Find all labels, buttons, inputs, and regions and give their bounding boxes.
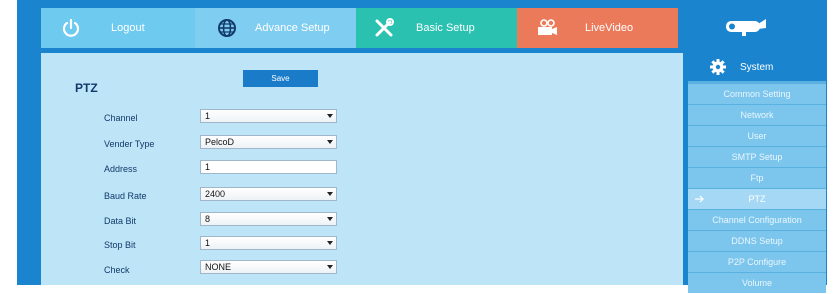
address-label: Address: [104, 164, 138, 174]
gear-icon: [710, 59, 726, 75]
baud-rate-label: Baud Rate: [104, 191, 147, 201]
sidebar-item-ptz[interactable]: PTZ: [688, 189, 826, 209]
check-select[interactable]: NONE: [200, 260, 337, 274]
check-value: NONE: [205, 262, 232, 272]
power-icon: [59, 16, 83, 40]
system-sidebar: System Common Setting Network User SMTP …: [688, 53, 826, 293]
video-camera-icon: [535, 16, 559, 40]
channel-label: Channel: [104, 113, 138, 123]
nav-live-label: LiveVideo: [585, 22, 634, 34]
sidebar-item-common-setting[interactable]: Common Setting: [688, 84, 826, 104]
sidebar-item-ddns-setup[interactable]: DDNS Setup: [688, 231, 826, 251]
brand-logo: [678, 8, 816, 48]
channel-select[interactable]: 1: [200, 109, 337, 123]
app-frame: Logout Advance Setup Basic Setup LiveVid…: [17, 0, 827, 293]
nav-livevideo[interactable]: LiveVideo: [517, 8, 678, 48]
sidebar-item-label: Channel Configuration: [712, 215, 802, 225]
sidebar-menu: Common Setting Network User SMTP Setup F…: [688, 84, 826, 294]
nav-basic-setup[interactable]: Basic Setup: [356, 8, 517, 48]
sidebar-header-label: System: [740, 61, 774, 73]
baud-rate-value: 2400: [205, 189, 226, 199]
sidebar-item-volume[interactable]: Volume: [688, 273, 826, 293]
vender-type-select[interactable]: PelcoD: [200, 135, 337, 149]
camera-logo-icon: [722, 16, 772, 41]
sidebar-item-label: PTZ: [748, 194, 766, 204]
nav-logout[interactable]: Logout: [41, 8, 195, 48]
check-label: Check: [104, 265, 130, 275]
vender-type-value: PelcoD: [205, 137, 235, 147]
sidebar-item-label: Network: [740, 110, 774, 120]
data-bit-value: 8: [205, 214, 211, 224]
sidebar-item-label: P2P Configure: [727, 257, 787, 267]
nav-basic-label: Basic Setup: [416, 22, 475, 34]
chevron-down-icon: [323, 261, 336, 273]
globe-icon: [215, 16, 239, 40]
sidebar-item-label: User: [747, 131, 767, 141]
sidebar-item-label: SMTP Setup: [731, 152, 783, 162]
address-value: 1: [205, 162, 211, 172]
arrow-right-icon: [694, 194, 704, 204]
chevron-down-icon: [323, 136, 336, 148]
data-bit-select[interactable]: 8: [200, 212, 337, 226]
channel-value: 1: [205, 111, 211, 121]
save-button[interactable]: Save: [243, 70, 318, 87]
sidebar-item-label: Ftp: [750, 173, 764, 183]
data-bit-label: Data Bit: [104, 216, 137, 226]
chevron-down-icon: [323, 237, 336, 249]
chevron-down-icon: [323, 188, 336, 200]
nav-logout-label: Logout: [111, 22, 145, 34]
chevron-down-icon: [323, 213, 336, 225]
vender-type-label: Vender Type: [104, 139, 155, 149]
baud-rate-select[interactable]: 2400: [200, 187, 337, 201]
stop-bit-label: Stop Bit: [104, 240, 136, 250]
field-row-channel: Channel 1: [41, 109, 683, 129]
nav-advance-label: Advance Setup: [255, 22, 330, 34]
sidebar-item-network[interactable]: Network: [688, 105, 826, 125]
sidebar-item-label: Common Setting: [723, 89, 791, 99]
field-row-stop-bit: Stop Bit 1: [41, 236, 683, 256]
sidebar-item-smtp-setup[interactable]: SMTP Setup: [688, 147, 826, 167]
sidebar-item-label: Volume: [741, 278, 773, 288]
sidebar-item-user[interactable]: User: [688, 126, 826, 146]
chevron-down-icon: [323, 110, 336, 122]
stop-bit-value: 1: [205, 238, 211, 248]
sidebar-item-label: DDNS Setup: [731, 236, 783, 246]
sidebar-item-p2p-configure[interactable]: P2P Configure: [688, 252, 826, 272]
ptz-settings-panel: PTZ Save Channel 1 Vender Type PelcoD Ad…: [41, 53, 683, 285]
nav-advance-setup[interactable]: Advance Setup: [195, 8, 356, 48]
sidebar-item-channel-configuration[interactable]: Channel Configuration: [688, 210, 826, 230]
top-nav: Logout Advance Setup Basic Setup LiveVid…: [41, 8, 826, 48]
field-row-check: Check NONE: [41, 260, 683, 280]
page-title: PTZ: [75, 81, 98, 95]
address-input[interactable]: 1: [200, 160, 337, 174]
tools-icon: [372, 16, 396, 40]
field-row-vender-type: Vender Type PelcoD: [41, 135, 683, 155]
field-row-data-bit: Data Bit 8: [41, 212, 683, 232]
stop-bit-select[interactable]: 1: [200, 236, 337, 250]
field-row-baud-rate: Baud Rate 2400: [41, 187, 683, 207]
sidebar-header-system[interactable]: System: [688, 53, 826, 81]
field-row-address: Address 1: [41, 160, 683, 180]
sidebar-item-ftp[interactable]: Ftp: [688, 168, 826, 188]
